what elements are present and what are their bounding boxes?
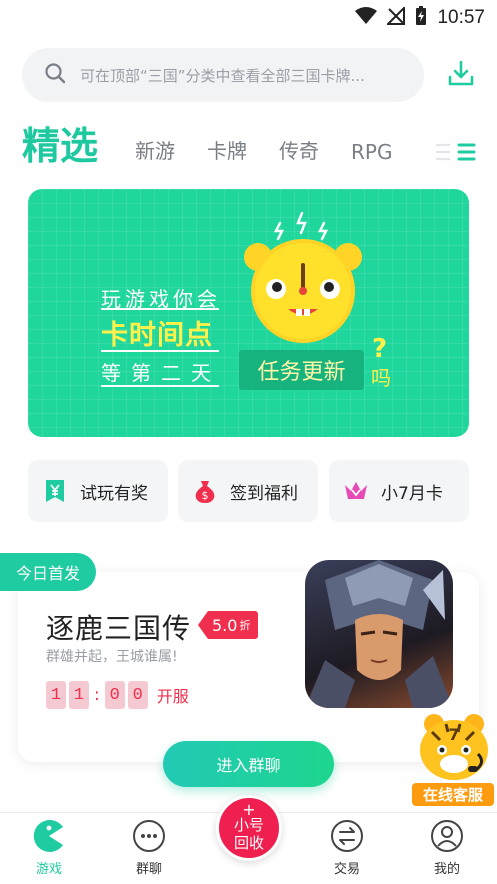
search-placeholder: 可在顶部“三国”分类中查看全部三国卡牌... (80, 66, 365, 85)
trial-reward-button[interactable]: 试玩有奖 (28, 460, 168, 522)
discount-unit: 折 (239, 619, 251, 632)
nav-label: 游戏 (35, 862, 62, 877)
banner-question-mark: ? (372, 334, 388, 364)
user-profile-icon (430, 819, 464, 853)
quick-action-label: 签到福利 (230, 483, 298, 504)
yuan-ticket-icon (42, 478, 68, 504)
nav-label: 我的 (433, 862, 460, 877)
plus-icon: + (242, 800, 256, 819)
nav-trade[interactable]: 交易 (312, 819, 382, 877)
monthly-card-button[interactable]: 小7月卡 (329, 460, 469, 522)
download-icon (446, 59, 476, 93)
svg-text:$: $ (202, 489, 209, 502)
banner-line3: 等第二天 (101, 361, 221, 385)
time-digit: 0 (127, 681, 148, 709)
server-open-time: 1 1 : 0 0 开服 (46, 681, 189, 709)
today-badge: 今日首发 (0, 553, 96, 591)
time-digit: 0 (104, 681, 125, 709)
tab-card-games[interactable]: 卡牌 (207, 135, 247, 164)
discount-badge: 5.0 折 (198, 611, 259, 639)
tab-new-games[interactable]: 新游 (135, 135, 175, 164)
tab-rpg[interactable]: RPG (351, 140, 392, 164)
online-service-label: 在线客服 (412, 783, 494, 806)
banner-suffix: 吗 (371, 366, 391, 390)
wifi-icon (355, 7, 378, 29)
search-input[interactable]: 可在顶部“三国”分类中查看全部三国卡牌... (22, 48, 424, 102)
time-separator: : (94, 685, 100, 705)
bottom-navigation: 游戏 群聊 + 小号 回收 交易 我的 (0, 795, 497, 884)
banner-divider (101, 308, 219, 310)
center-label-line1: 小号 (233, 816, 264, 834)
more-tabs-menu-icon[interactable] (436, 140, 476, 164)
quick-action-label: 小7月卡 (381, 483, 443, 504)
download-button[interactable] (441, 56, 481, 96)
status-bar: 10:57 (0, 0, 497, 36)
status-time: 10:57 (437, 7, 485, 28)
game-cover-image[interactable] (305, 560, 453, 708)
game-title[interactable]: 逐鹿三国传 (46, 607, 191, 647)
banner-divider (101, 350, 219, 352)
category-tabs: 精选 新游 卡牌 传奇 RPG (22, 118, 482, 178)
game-subtitle: 群雄并起，王城谁属! (46, 649, 178, 665)
server-open-label: 开服 (156, 687, 189, 706)
svg-text:7: 7 (448, 725, 459, 744)
tiger-mascot-icon: 7 (420, 714, 488, 780)
nav-label: 群聊 (135, 862, 162, 877)
sign-in-bonus-button[interactable]: $ 签到福利 (178, 460, 318, 522)
exchange-icon (330, 819, 364, 853)
quick-action-label: 试玩有奖 (80, 483, 148, 504)
nav-group-chat[interactable]: 群聊 (114, 819, 184, 877)
center-label-line2: 回收 (233, 834, 264, 852)
join-group-chat-button[interactable]: 进入群聊 (163, 741, 334, 787)
quick-actions: 试玩有奖 $ 签到福利 小7月卡 (28, 460, 469, 522)
no-signal-icon (386, 5, 406, 29)
discount-value: 5.0 (212, 615, 238, 635)
chat-bubble-icon (132, 819, 166, 853)
promo-banner[interactable]: 玩游戏你会 卡时间点 等第二天 任务更新 ? 吗 (28, 189, 469, 437)
banner-tag: 任务更新 (239, 350, 364, 390)
money-bag-icon: $ (192, 478, 218, 504)
search-icon (44, 62, 66, 88)
nav-profile[interactable]: 我的 (412, 819, 482, 877)
banner-divider (101, 385, 219, 387)
battery-charging-icon (415, 6, 427, 30)
nav-label: 交易 (333, 862, 360, 877)
time-digit: 1 (69, 681, 89, 709)
nav-games[interactable]: 游戏 (14, 819, 84, 877)
account-recycle-button[interactable]: + 小号 回收 (216, 795, 282, 861)
time-digit: 1 (46, 681, 66, 709)
online-service-button[interactable]: 7 在线客服 (412, 710, 494, 806)
pacman-games-icon (32, 819, 66, 853)
crown-icon (343, 478, 369, 504)
tab-featured[interactable]: 精选 (22, 115, 98, 170)
banner-headline: 卡时间点 (101, 320, 213, 351)
alarm-clock-illustration (238, 209, 368, 349)
tab-legend[interactable]: 传奇 (279, 135, 319, 164)
